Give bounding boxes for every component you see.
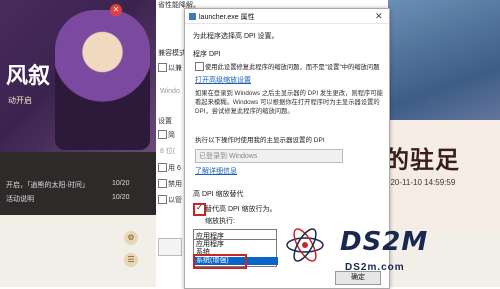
- folder-icon[interactable]: ☰: [124, 253, 138, 267]
- compat-checkbox[interactable]: [158, 63, 167, 72]
- resolution-label: 用 6: [168, 165, 181, 172]
- watermark-url: DS2m.com: [345, 262, 405, 273]
- checkmark-icon: ✓: [196, 203, 203, 212]
- app-icon: [189, 13, 196, 20]
- scaling-option[interactable]: 应用程序: [194, 241, 278, 249]
- program-dpi-checkbox[interactable]: [195, 62, 204, 71]
- compatibility-dialog: 兼容模式 以兼 Windo 设置 简 8 位( 用 6 禁用 以管: [156, 8, 186, 287]
- dialog-title: launcher.exe 属性: [199, 14, 255, 21]
- override-heading: 高 DPI 缩放替代: [193, 191, 244, 198]
- run-as-admin-checkbox[interactable]: [158, 195, 167, 204]
- left-banner-title: 风叙: [6, 63, 51, 88]
- left-banner-subtitle: 动开启: [8, 96, 32, 105]
- news-item-date: 10/20: [112, 180, 130, 187]
- close-icon[interactable]: ✕: [375, 11, 383, 22]
- atom-logo-icon: [286, 228, 324, 262]
- settings-label: 设置: [158, 118, 172, 125]
- open-scaling-settings-link[interactable]: 打开高级缩放设置: [195, 75, 251, 85]
- selected-option-highlight: [193, 254, 247, 269]
- character-art: [55, 10, 150, 150]
- dialog-instruction: 为此程序选择高 DPI 设置。: [193, 33, 279, 40]
- settings-icon[interactable]: ⚙: [124, 231, 138, 245]
- disable-fullscreen-checkbox[interactable]: [158, 179, 167, 188]
- dpi-use-select[interactable]: 已登录到 Windows: [195, 149, 343, 163]
- launcher-footer: [0, 215, 156, 287]
- news-item-title[interactable]: 开启，「逍熊的太阳·时间」: [6, 180, 89, 190]
- change-settings-button[interactable]: [158, 238, 182, 256]
- compat-os-select[interactable]: Windo: [160, 88, 180, 95]
- dpi-explanation: 如果在登录到 Windows 之后主显示器的 DPI 发生更改，则程序可能看起来…: [195, 90, 383, 115]
- left-banner[interactable]: 风叙 动开启: [0, 0, 156, 152]
- scaling-by-label: 缩放执行:: [205, 218, 235, 225]
- color-mode-select[interactable]: 8 位(: [160, 146, 175, 156]
- program-dpi-checkbox-label: 使用此设置修复此程序的缩放问题，而不是"设置"中的缩放问题: [205, 64, 380, 71]
- compat-mode-label: 兼容模式: [158, 50, 186, 57]
- news-item-date: 10/20: [112, 194, 130, 201]
- program-dpi-heading: 程序 DPI: [193, 51, 221, 58]
- disable-fullscreen-label: 禁用: [168, 181, 182, 188]
- watermark-logo-text: DS2M: [340, 227, 429, 257]
- news-item-title[interactable]: 活动说明: [6, 194, 34, 204]
- reduced-mode-label: 简: [168, 132, 175, 139]
- dpi-use-label: 执行以下操作时使用我的主显示器设置的 DPI: [195, 137, 325, 144]
- ok-button[interactable]: 确定: [335, 271, 381, 285]
- close-launcher-button[interactable]: ✕: [110, 4, 122, 16]
- compat-checkbox-label: 以兼: [168, 65, 182, 72]
- resolution-checkbox[interactable]: [158, 163, 167, 172]
- run-as-admin-label: 以管: [168, 197, 182, 204]
- learn-more-link[interactable]: 了解详细信息: [195, 166, 237, 176]
- override-checkbox-label[interactable]: 替代高 DPI 缩放行为。: [205, 204, 277, 214]
- reduced-mode-checkbox[interactable]: [158, 130, 167, 139]
